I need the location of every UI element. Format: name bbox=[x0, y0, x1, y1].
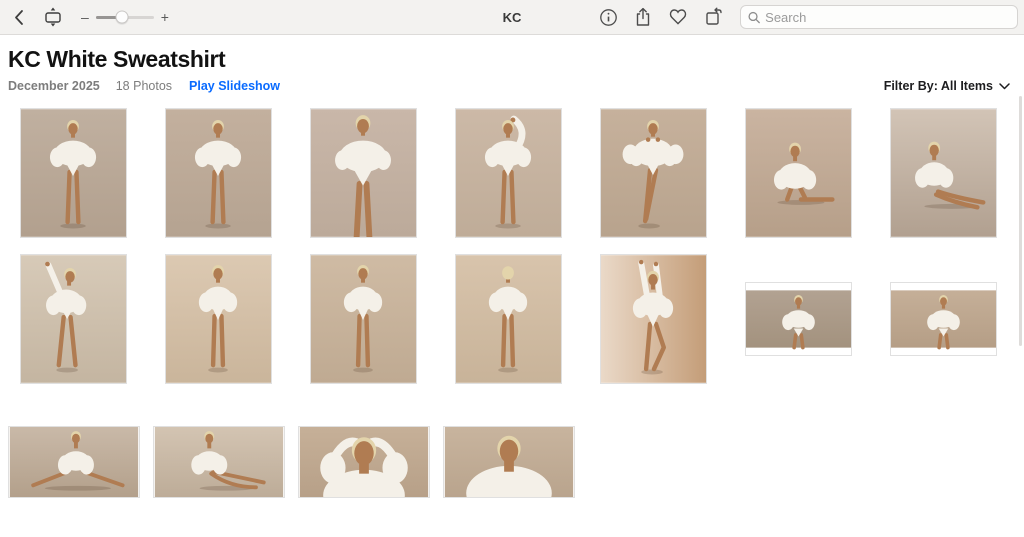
photo-image bbox=[310, 108, 417, 238]
zoom-to-fit-button[interactable] bbox=[42, 6, 64, 28]
photo-image bbox=[165, 254, 272, 384]
photo-thumbnail[interactable] bbox=[310, 254, 417, 384]
photo-thumbnail[interactable] bbox=[165, 108, 272, 238]
share-icon bbox=[634, 7, 652, 27]
back-button[interactable] bbox=[13, 9, 25, 26]
photo-image bbox=[600, 254, 707, 384]
zoom-out-label[interactable]: – bbox=[81, 10, 89, 24]
share-button[interactable] bbox=[634, 7, 652, 27]
photo-image bbox=[600, 108, 707, 238]
photo-grid-row bbox=[20, 108, 1024, 238]
rotate-button[interactable] bbox=[704, 7, 724, 27]
photo-image bbox=[20, 254, 127, 384]
photo-thumbnail[interactable] bbox=[310, 108, 417, 238]
toolbar: – + KC bbox=[0, 0, 1024, 35]
search-input[interactable] bbox=[765, 10, 1010, 25]
photo-image bbox=[890, 282, 997, 356]
photo-image bbox=[455, 108, 562, 238]
photo-image bbox=[745, 282, 852, 356]
photo-thumbnail[interactable] bbox=[165, 254, 272, 384]
filter-by-dropdown[interactable]: Filter By: All Items bbox=[884, 79, 1010, 93]
photo-thumbnail[interactable] bbox=[890, 254, 997, 384]
photo-thumbnail[interactable] bbox=[745, 108, 852, 238]
photo-thumbnail[interactable] bbox=[455, 108, 562, 238]
photo-image bbox=[8, 426, 140, 498]
photo-thumbnail[interactable] bbox=[745, 254, 852, 384]
photo-image bbox=[298, 426, 430, 498]
photo-image bbox=[20, 108, 127, 238]
photo-grid-row bbox=[8, 426, 1024, 498]
filter-by-label: Filter By: All Items bbox=[884, 79, 993, 93]
photo-thumbnail[interactable] bbox=[20, 254, 127, 384]
slider-knob[interactable] bbox=[115, 11, 128, 24]
slider-track[interactable] bbox=[96, 16, 154, 19]
photo-thumbnail[interactable] bbox=[298, 426, 430, 498]
rotate-icon bbox=[704, 7, 724, 27]
photo-image bbox=[455, 254, 562, 384]
photo-thumbnail[interactable] bbox=[153, 426, 285, 498]
chevron-down-icon bbox=[999, 83, 1010, 90]
photo-thumbnail[interactable] bbox=[600, 108, 707, 238]
search-field[interactable] bbox=[740, 5, 1018, 29]
photo-thumbnail[interactable] bbox=[890, 108, 997, 238]
photo-thumbnail[interactable] bbox=[443, 426, 575, 498]
photo-thumbnail[interactable] bbox=[20, 108, 127, 238]
vertical-scrollbar[interactable] bbox=[1019, 96, 1022, 346]
album-title: KC White Sweatshirt bbox=[8, 46, 1024, 73]
photo-image bbox=[165, 108, 272, 238]
play-slideshow-link[interactable]: Play Slideshow bbox=[189, 79, 280, 93]
favorite-button[interactable] bbox=[668, 8, 688, 26]
chevron-left-icon bbox=[13, 9, 25, 26]
photo-image bbox=[153, 426, 285, 498]
album-view: KC White Sweatshirt December 2025 18 Pho… bbox=[0, 46, 1024, 498]
photo-grid bbox=[8, 108, 1024, 498]
info-icon bbox=[599, 8, 618, 27]
photo-thumbnail[interactable] bbox=[455, 254, 562, 384]
photo-image bbox=[890, 108, 997, 238]
photo-grid-row bbox=[20, 254, 1024, 384]
thumbnail-zoom-slider[interactable]: – + bbox=[81, 10, 169, 24]
photo-image bbox=[310, 254, 417, 384]
album-photo-count: 18 Photos bbox=[116, 79, 172, 93]
search-icon bbox=[748, 11, 760, 24]
aspect-ratio-icon bbox=[42, 6, 64, 28]
photo-image bbox=[745, 108, 852, 238]
heart-icon bbox=[668, 8, 688, 26]
info-button[interactable] bbox=[599, 8, 618, 27]
photo-thumbnail[interactable] bbox=[8, 426, 140, 498]
photo-image bbox=[443, 426, 575, 498]
album-subheader: December 2025 18 Photos Play Slideshow F… bbox=[8, 79, 1024, 93]
photo-thumbnail[interactable] bbox=[600, 254, 707, 384]
zoom-in-label[interactable]: + bbox=[161, 10, 169, 24]
album-date: December 2025 bbox=[8, 79, 100, 93]
